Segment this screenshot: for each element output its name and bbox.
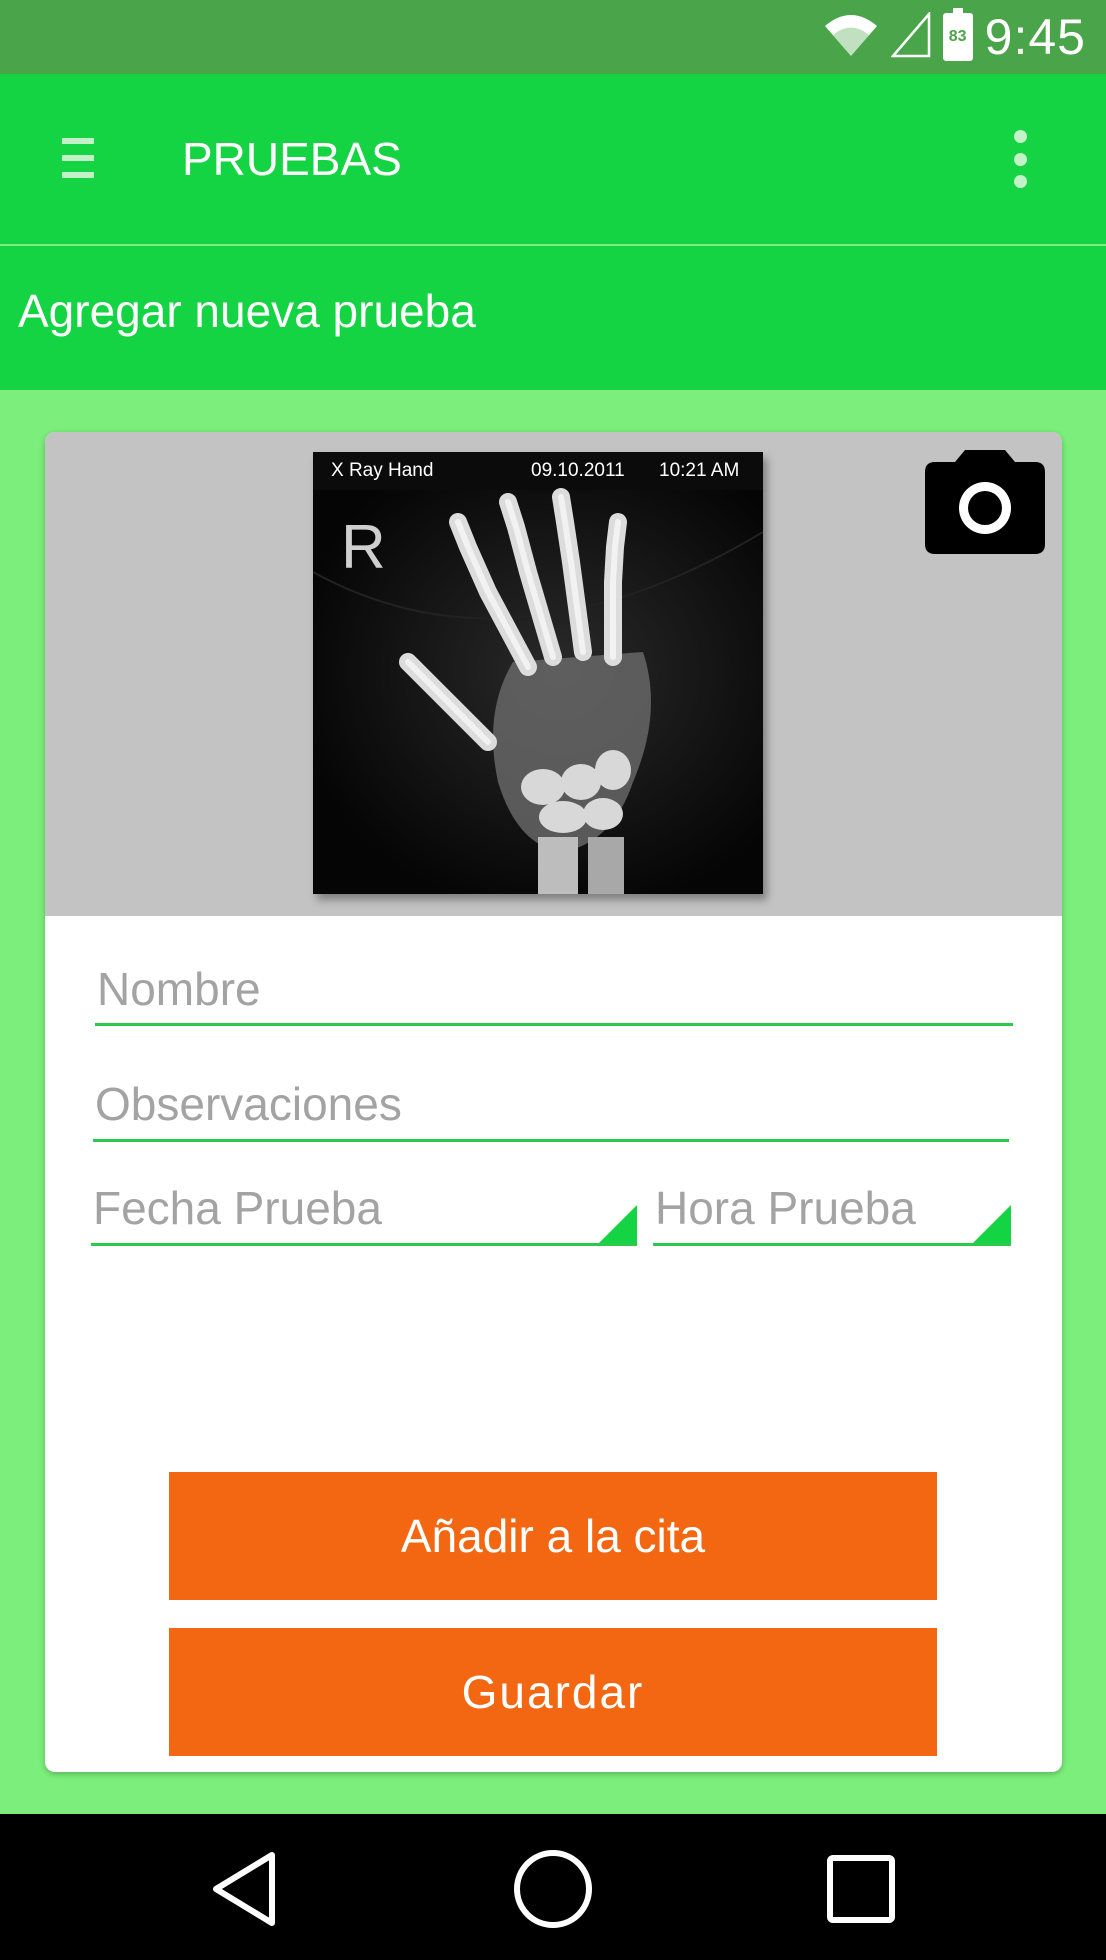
home-icon[interactable] bbox=[508, 1844, 598, 1934]
hamburger-menu-icon[interactable] bbox=[54, 134, 102, 182]
test-form-card: X Ray Hand 09.10.2011 10:21 AM R Añadir … bbox=[45, 432, 1062, 1772]
xray-image[interactable]: X Ray Hand 09.10.2011 10:21 AM R bbox=[313, 452, 763, 894]
observations-input[interactable] bbox=[93, 1068, 1009, 1139]
test-time-input[interactable] bbox=[653, 1172, 1011, 1243]
test-date-input[interactable] bbox=[91, 1172, 637, 1243]
xray-type-label: X Ray Hand bbox=[331, 460, 434, 481]
status-bar: 83 9:45 bbox=[0, 0, 1106, 74]
app-bar: PRUEBAS bbox=[0, 74, 1106, 244]
test-time-spinner[interactable] bbox=[653, 1172, 1011, 1246]
observations-field[interactable] bbox=[93, 1068, 1009, 1142]
xray-date: 09.10.2011 bbox=[531, 460, 625, 481]
system-nav-bar bbox=[0, 1814, 1106, 1960]
status-clock: 9:45 bbox=[984, 9, 1086, 65]
add-to-appointment-button[interactable]: Añadir a la cita bbox=[169, 1472, 937, 1600]
more-vert-icon[interactable] bbox=[1000, 124, 1040, 194]
status-icons: 83 9:45 bbox=[823, 8, 1086, 66]
xray-side-marker: R bbox=[341, 513, 386, 582]
camera-icon[interactable] bbox=[925, 450, 1045, 554]
xray-header: X Ray Hand 09.10.2011 10:21 AM bbox=[313, 452, 763, 490]
dropdown-triangle-icon bbox=[973, 1205, 1011, 1243]
name-field[interactable] bbox=[95, 954, 1013, 1026]
battery-level: 83 bbox=[948, 28, 967, 45]
recents-icon[interactable] bbox=[816, 1844, 906, 1934]
test-date-spinner[interactable] bbox=[91, 1172, 637, 1246]
wifi-icon bbox=[823, 12, 879, 63]
battery-icon: 83 bbox=[942, 8, 973, 61]
section-header: Agregar nueva prueba bbox=[0, 246, 1106, 390]
signal-icon bbox=[889, 10, 931, 63]
test-image-area: X Ray Hand 09.10.2011 10:21 AM R bbox=[45, 432, 1062, 916]
section-title: Agregar nueva prueba bbox=[18, 285, 476, 337]
back-icon[interactable] bbox=[200, 1844, 290, 1934]
dropdown-triangle-icon bbox=[599, 1205, 637, 1243]
save-button[interactable]: Guardar bbox=[169, 1628, 937, 1756]
app-title: PRUEBAS bbox=[182, 133, 402, 185]
name-input[interactable] bbox=[95, 954, 1013, 1023]
xray-time: 10:21 AM bbox=[659, 460, 740, 481]
